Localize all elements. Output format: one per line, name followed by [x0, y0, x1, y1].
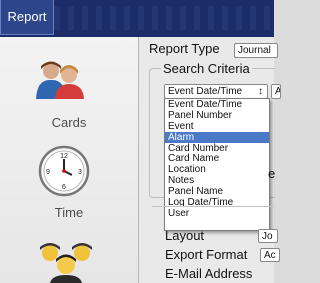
- layout-select[interactable]: Jo: [258, 229, 278, 243]
- sidebar-item-cards[interactable]: Cards: [0, 115, 138, 130]
- criteria-field-select[interactable]: Event Date/Time ↕: [164, 84, 268, 99]
- dropdown-option[interactable]: Event Date/Time: [165, 99, 269, 110]
- sidebar: Cards 12 3 6 9 Time: [0, 37, 139, 283]
- dropdown-option[interactable]: Panel Number: [165, 110, 269, 121]
- email-address-label: E-Mail Address: [165, 266, 253, 281]
- dropdown-option[interactable]: Notes: [165, 175, 269, 186]
- dropdown-option-selected[interactable]: Alarm: [165, 131, 269, 143]
- export-format-label: Export Format: [165, 247, 248, 262]
- svg-text:3: 3: [78, 169, 82, 176]
- dropdown-option[interactable]: Card Number: [165, 143, 269, 154]
- layout-label: Layout: [165, 228, 205, 243]
- sidebar-item-time[interactable]: Time: [0, 205, 138, 220]
- report-type-select[interactable]: Journal: [234, 43, 278, 58]
- search-criteria-label: Search Criteria: [161, 61, 252, 76]
- criteria-operator-select[interactable]: A: [271, 84, 281, 99]
- section-divider: [152, 206, 274, 207]
- people-icon[interactable]: [34, 59, 86, 99]
- dropdown-option[interactable]: Panel Name: [165, 186, 269, 197]
- export-format-select[interactable]: Ac: [260, 248, 280, 262]
- dropdown-option[interactable]: User: [165, 208, 269, 219]
- clock-icon[interactable]: 12 3 6 9: [38, 145, 90, 197]
- dropdown-option[interactable]: Card Name: [165, 153, 269, 165]
- header-decoration: [54, 6, 274, 30]
- chevron-updown-icon: ↕: [258, 86, 263, 97]
- dropdown-option[interactable]: Location: [165, 164, 269, 175]
- svg-text:9: 9: [46, 169, 50, 176]
- svg-text:6: 6: [62, 184, 66, 191]
- report-tab[interactable]: Report: [0, 0, 54, 35]
- criteria-field-dropdown[interactable]: Event Date/Time Panel Number Event Alarm…: [164, 98, 270, 231]
- svg-text:12: 12: [60, 153, 68, 160]
- group-icon[interactable]: [36, 241, 96, 283]
- report-type-label: Report Type: [149, 41, 220, 56]
- criteria-field-value: Event Date/Time: [168, 86, 243, 97]
- dropdown-option[interactable]: Event: [165, 121, 269, 132]
- partial-label: e: [268, 166, 276, 181]
- top-bar: Report: [0, 0, 274, 37]
